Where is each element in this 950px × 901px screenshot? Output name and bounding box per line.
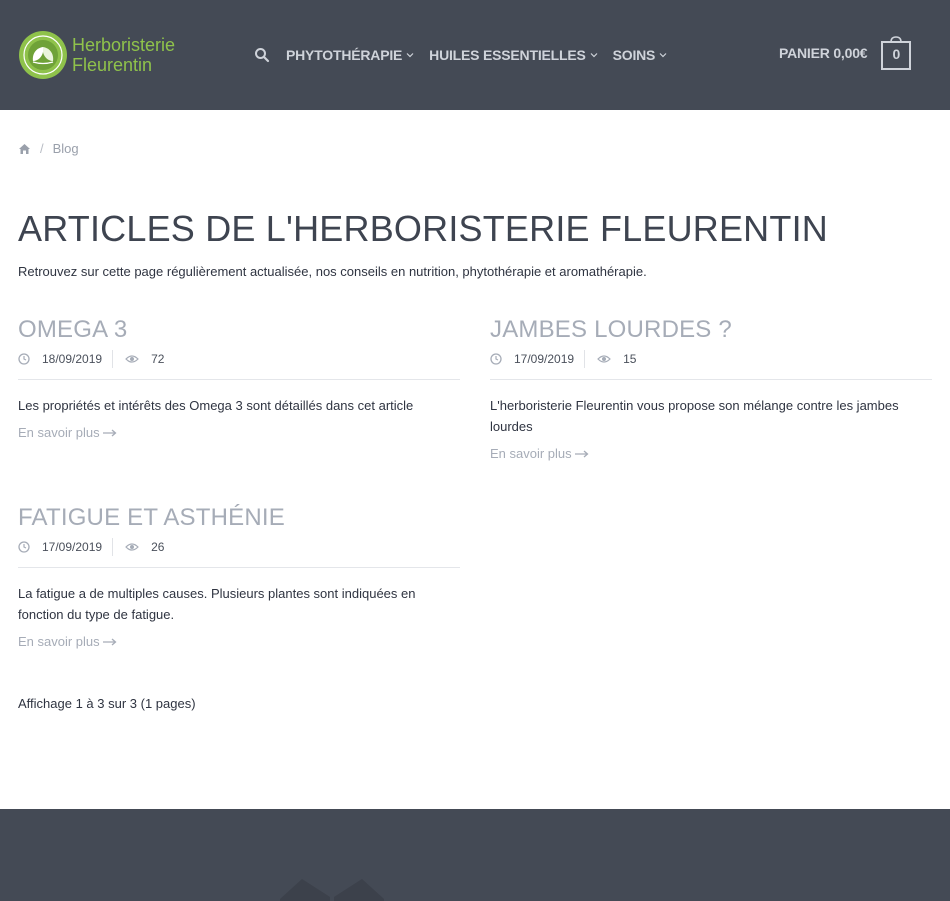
- read-more-link[interactable]: En savoir plus: [18, 634, 117, 649]
- read-more-label: En savoir plus: [490, 446, 572, 461]
- site-logo[interactable]: Herboristerie Fleurentin: [18, 30, 175, 80]
- article-excerpt: L'herboristerie Fleurentin vous propose …: [490, 398, 899, 434]
- article-date: 18/09/2019: [42, 352, 103, 366]
- article-divider: [490, 379, 932, 380]
- arrow-right-icon: [574, 450, 589, 457]
- page-intro: Retrouvez sur cette page régulièrement a…: [18, 264, 647, 279]
- article-date: 17/09/2019: [42, 540, 103, 554]
- arrow-right-icon: [102, 638, 117, 645]
- article-card: OMEGA 3 18/09/2019 72 Les propriétés et …: [18, 316, 460, 442]
- meta-divider: [112, 538, 114, 556]
- arrow-right-icon: [102, 429, 117, 436]
- article-meta: 17/09/2019 15: [490, 349, 932, 369]
- read-more-label: En savoir plus: [18, 425, 100, 440]
- breadcrumb-separator: /: [40, 141, 44, 156]
- logo-line-1: Herboristerie: [72, 35, 176, 55]
- article-excerpt: Les propriétés et intérêts des Omega 3 s…: [18, 398, 414, 413]
- article-title[interactable]: JAMBES LOURDES ?: [490, 316, 932, 344]
- nav-item-phytotherapie[interactable]: PHYTOTHÉRAPIE: [286, 47, 414, 63]
- cart-bag: 0: [881, 36, 912, 70]
- site-footer: [0, 809, 950, 901]
- read-more-label: En savoir plus: [18, 634, 100, 649]
- nav-label: PHYTOTHÉRAPIE: [286, 47, 403, 63]
- article-card: FATIGUE ET ASTHÉNIE 17/09/2019 26 La fat…: [18, 504, 460, 651]
- chevron-down-icon: [406, 53, 414, 58]
- main-nav: PHYTOTHÉRAPIE HUILES ESSENTIELLES SOINS: [254, 44, 682, 66]
- read-more-link[interactable]: En savoir plus: [490, 446, 589, 461]
- article-title[interactable]: OMEGA 3: [18, 316, 460, 344]
- cart-label: PANIER 0,00€: [779, 45, 868, 61]
- article-meta: 18/09/2019 72: [18, 349, 460, 369]
- article-divider: [18, 567, 460, 568]
- eye-icon: [125, 543, 139, 551]
- logo-text: Herboristerie Fleurentin: [72, 35, 175, 75]
- leaf-logo-icon: [19, 31, 67, 79]
- nav-item-huiles-essentielles[interactable]: HUILES ESSENTIELLES: [429, 47, 598, 63]
- chevron-down-icon: [659, 53, 667, 58]
- meta-divider: [584, 350, 586, 368]
- article-views: 15: [623, 352, 637, 366]
- article-divider: [18, 379, 460, 380]
- search-icon[interactable]: [254, 47, 270, 63]
- cart-count: 0: [892, 46, 901, 62]
- clock-icon: [490, 353, 502, 365]
- home-icon[interactable]: [18, 143, 31, 155]
- article-meta: 17/09/2019 26: [18, 537, 460, 557]
- clock-icon: [18, 541, 30, 553]
- breadcrumb-current: Blog: [52, 141, 79, 156]
- breadcrumb: / Blog: [18, 141, 79, 156]
- chevron-down-icon: [590, 53, 598, 58]
- nav-label: HUILES ESSENTIELLES: [429, 47, 586, 63]
- leaf-watermark-icon: [280, 879, 384, 901]
- read-more-link[interactable]: En savoir plus: [18, 425, 117, 440]
- article-excerpt: La fatigue a de multiples causes. Plusie…: [18, 586, 416, 622]
- article-views: 72: [151, 352, 165, 366]
- page-title: ARTICLES DE L'HERBORISTERIE FLEURENTIN: [18, 208, 828, 249]
- meta-divider: [112, 350, 114, 368]
- article-card: JAMBES LOURDES ? 17/09/2019 15 L'herbori…: [490, 316, 932, 463]
- clock-icon: [18, 353, 30, 365]
- nav-item-soins[interactable]: SOINS: [613, 47, 668, 63]
- eye-icon: [597, 355, 611, 363]
- nav-label: SOINS: [612, 47, 656, 63]
- site-header: Herboristerie Fleurentin PHYTOTHÉRAPIE H…: [0, 0, 950, 110]
- eye-icon: [125, 355, 139, 363]
- article-date: 17/09/2019: [514, 352, 575, 366]
- article-views: 26: [151, 540, 165, 554]
- article-title[interactable]: FATIGUE ET ASTHÉNIE: [18, 504, 460, 532]
- cart-button[interactable]: PANIER 0,00€ 0: [779, 36, 912, 70]
- logo-line-2: Fleurentin: [72, 55, 153, 75]
- pagination-info: Affichage 1 à 3 sur 3 (1 pages): [18, 696, 196, 711]
